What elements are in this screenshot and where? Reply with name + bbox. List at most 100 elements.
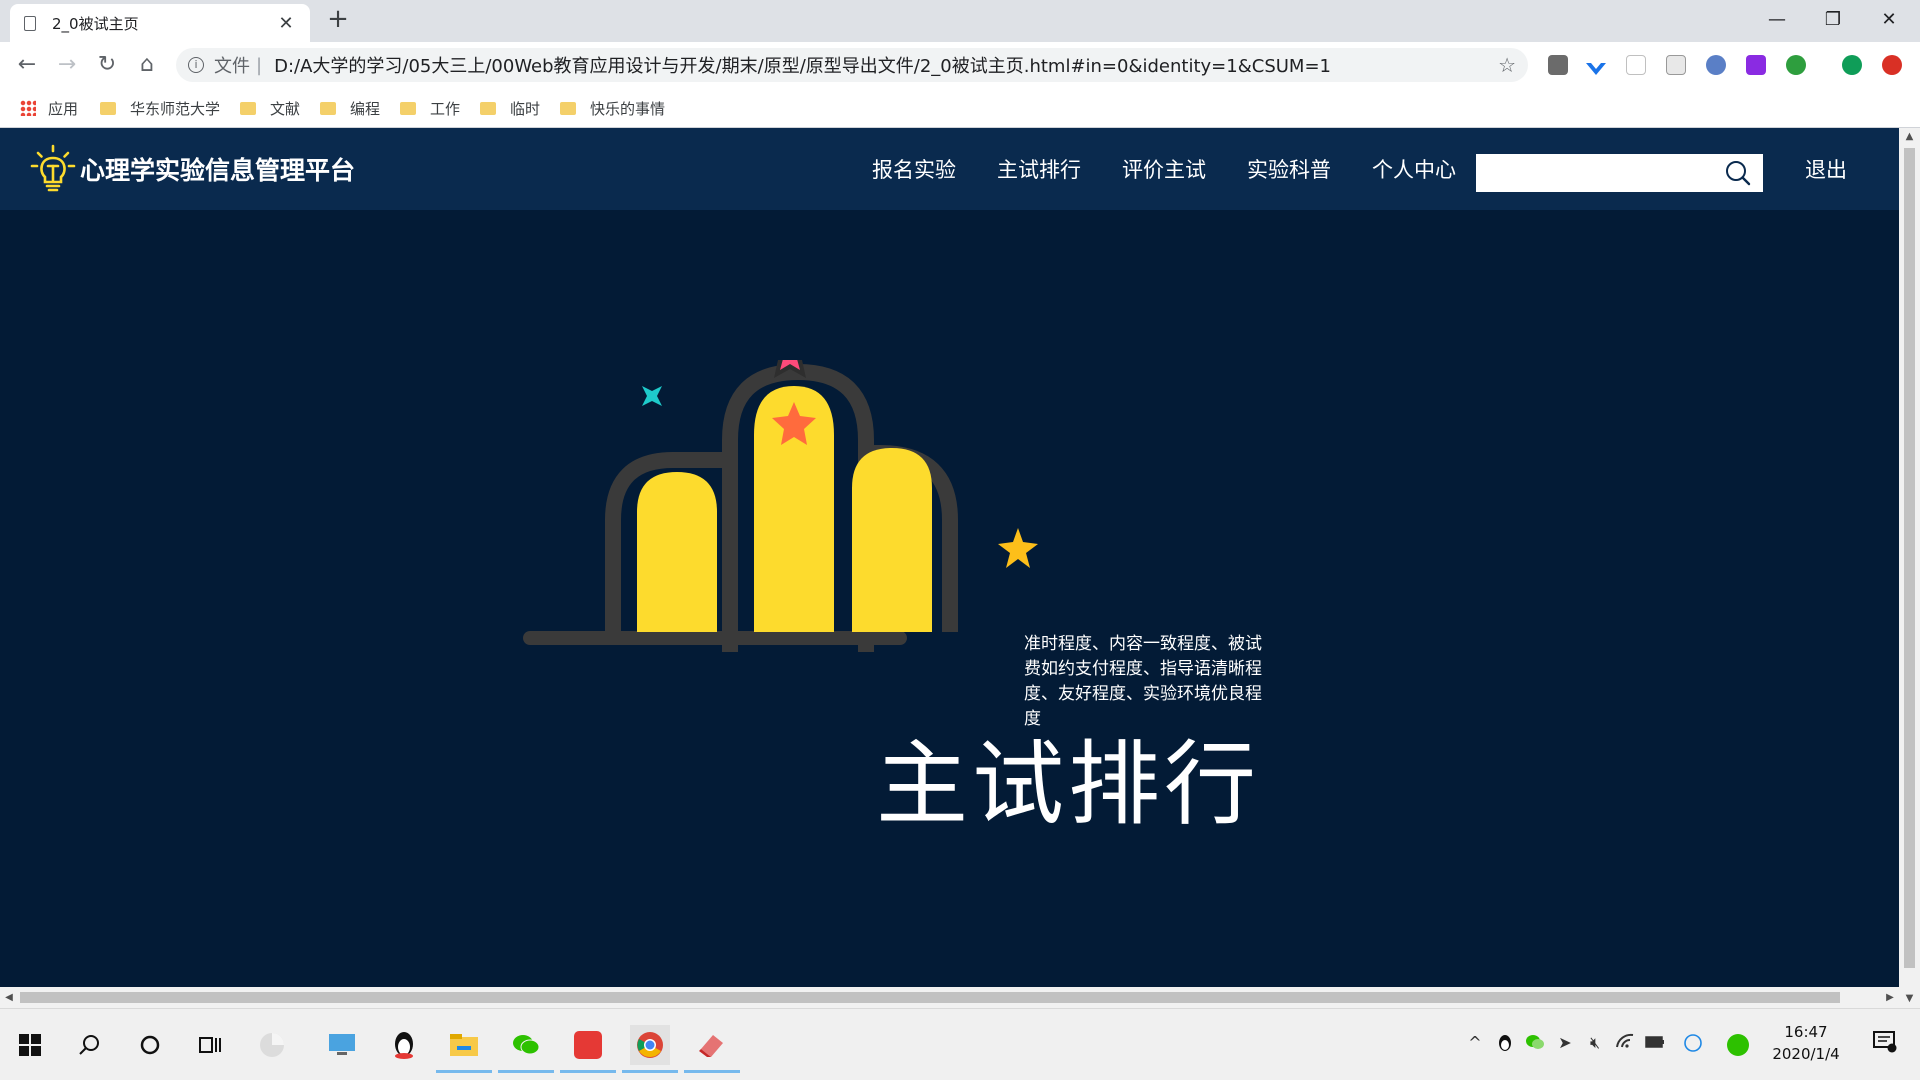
folder-icon (320, 101, 336, 115)
new-tab-button[interactable]: + (326, 6, 350, 32)
address-separator: | (256, 54, 263, 76)
bookmarks-bar: 应用 华东师范大学 文献 编程 工作 临时 快乐的事情 (0, 88, 1920, 128)
site-brand-name: 心理学实验信息管理平台 (80, 156, 356, 185)
folder-icon (240, 101, 256, 115)
running-indicator (684, 1070, 740, 1073)
extension-green-circle-icon[interactable] (1842, 55, 1862, 75)
bookmark-label: 应用 (48, 99, 79, 118)
clock-date: 2020/1/4 (1772, 1045, 1840, 1063)
horizontal-scrollbar[interactable]: ◀ ▶ (0, 987, 1899, 1008)
browser-toolbar: ← → ↻ ⌂ i 文件 | D:/A大学的学习/05大三上/00Web教育应用… (0, 42, 1920, 88)
send-tray-icon[interactable]: ➤ (1554, 1033, 1576, 1055)
extension-globe-icon[interactable] (1786, 55, 1806, 75)
qq-tray-icon[interactable] (1494, 1033, 1516, 1055)
task-view-icon[interactable] (190, 1025, 230, 1065)
close-window-button[interactable]: ✕ (1864, 6, 1914, 34)
nav-personal-center[interactable]: 个人中心 (1372, 154, 1456, 184)
extension-s-icon[interactable] (1666, 55, 1686, 75)
windows-taskbar: ^ ➤ 🔇︎ 16:47 2020/1/4 (0, 1008, 1920, 1080)
bookmark-folder[interactable]: 文献 (240, 96, 300, 120)
volume-muted-icon[interactable]: 🔇︎ (1584, 1033, 1606, 1055)
address-scheme: 文件 (214, 56, 250, 77)
info-icon[interactable]: i (188, 57, 204, 73)
teal-sparkle-icon (642, 386, 662, 406)
search-icon[interactable] (1725, 160, 1751, 186)
security-tray-icon[interactable] (1726, 1033, 1749, 1056)
nav-register-experiment[interactable]: 报名实验 (872, 154, 956, 184)
vertical-scrollbar[interactable]: ▲ ▼ (1899, 128, 1920, 1008)
bookmark-folder[interactable]: 临时 (480, 96, 540, 120)
bookmark-star-icon[interactable]: ☆ (1498, 53, 1516, 77)
input-method-icon[interactable] (1682, 1033, 1704, 1055)
restore-button[interactable]: ❐ (1808, 6, 1858, 34)
horizontal-scroll-thumb[interactable] (20, 992, 1840, 1003)
podium-left-bar (637, 472, 717, 632)
file-explorer-icon[interactable] (436, 1025, 492, 1073)
home-button[interactable]: ⌂ (132, 50, 162, 80)
search-box (1476, 154, 1763, 192)
address-bar[interactable]: i 文件 | D:/A大学的学习/05大三上/00Web教育应用设计与开发/期末… (176, 48, 1528, 82)
extension-eyedropper-icon[interactable] (1548, 55, 1568, 75)
qq-penguin-icon[interactable] (384, 1025, 424, 1065)
logout-link[interactable]: 退出 (1805, 154, 1847, 184)
cortana-icon[interactable] (130, 1025, 170, 1065)
extension-pocket-icon[interactable] (1626, 55, 1646, 75)
bookmark-apps[interactable]: 应用 (20, 96, 78, 120)
battery-icon[interactable] (1644, 1033, 1666, 1055)
running-indicator (622, 1070, 678, 1073)
scroll-left-arrow-icon[interactable]: ◀ (0, 987, 18, 1008)
action-center-notification-icon[interactable] (1872, 1031, 1898, 1057)
pinwheel-app-icon[interactable] (252, 1025, 292, 1065)
bookmark-label: 快乐的事情 (590, 99, 666, 118)
wechat-tray-icon[interactable] (1524, 1033, 1546, 1055)
scroll-down-arrow-icon[interactable]: ▼ (1899, 990, 1920, 1008)
nav-experiment-science[interactable]: 实验科普 (1247, 154, 1331, 184)
address-url[interactable]: D:/A大学的学习/05大三上/00Web教育应用设计与开发/期末/原型/原型导… (274, 52, 1498, 78)
chrome-icon[interactable] (622, 1025, 678, 1073)
wifi-icon[interactable] (1614, 1033, 1636, 1055)
nav-rate-experimenter[interactable]: 评价主试 (1122, 154, 1206, 184)
minimize-button[interactable]: — (1752, 6, 1802, 34)
youdao-dictionary-icon[interactable] (560, 1025, 616, 1073)
scroll-right-arrow-icon[interactable]: ▶ (1881, 987, 1899, 1008)
site-header: 心理学实验信息管理平台 报名实验 主试排行 评价主试 实验科普 个人中心 退出 (0, 128, 1899, 210)
bookmark-folder[interactable]: 编程 (320, 96, 380, 120)
hero-title: 主试排行 (876, 731, 1261, 838)
wechat-icon[interactable] (498, 1025, 554, 1073)
bookmark-folder[interactable]: 工作 (400, 96, 460, 120)
bookmark-folder[interactable]: 快乐的事情 (560, 96, 665, 120)
folder-icon (560, 101, 576, 115)
desktop-app-icon[interactable] (322, 1025, 362, 1065)
page-viewport: 心理学实验信息管理平台 报名实验 主试排行 评价主试 实验科普 个人中心 退出 (0, 128, 1920, 1008)
extension-red-circle-icon[interactable] (1882, 55, 1902, 75)
bookmark-folder[interactable]: 华东师范大学 (100, 96, 220, 120)
site-brand[interactable]: 心理学实验信息管理平台 (30, 144, 355, 194)
show-hidden-icons-chevron-icon[interactable]: ^ (1464, 1033, 1486, 1055)
close-tab-icon[interactable]: ✕ (276, 13, 296, 34)
browser-tab[interactable]: 2_0被试主页 ✕ (10, 4, 310, 42)
extension-feedly-icon[interactable] (1586, 63, 1606, 75)
extension-rp-icon[interactable] (1746, 55, 1766, 75)
bookmark-label: 临时 (510, 99, 541, 118)
folder-icon (100, 101, 116, 115)
reload-button[interactable]: ↻ (92, 50, 122, 80)
hero-section: 准时程度、内容一致程度、被试费如约支付程度、指导语清晰程度、友好程度、实验环境优… (0, 210, 1899, 995)
vertical-scroll-thumb[interactable] (1904, 148, 1915, 968)
start-windows-icon[interactable] (10, 1025, 50, 1065)
document-icon (24, 15, 36, 31)
taskbar-clock[interactable]: 16:47 2020/1/4 (1766, 1021, 1846, 1065)
search-input[interactable] (1476, 154, 1716, 192)
scroll-up-arrow-icon[interactable]: ▲ (1899, 128, 1920, 146)
podium-right-bar (852, 448, 932, 632)
ranking-podium-illustration (523, 360, 1038, 652)
forward-button[interactable]: → (52, 50, 82, 80)
extension-owl-icon[interactable] (1706, 55, 1726, 75)
running-indicator (560, 1070, 616, 1073)
folder-icon (480, 101, 496, 115)
running-indicator (498, 1070, 554, 1073)
browser-tab-strip: 2_0被试主页 ✕ + — ❐ ✕ (0, 0, 1920, 42)
eraser-app-icon[interactable] (684, 1025, 740, 1073)
back-button[interactable]: ← (12, 50, 42, 80)
nav-experimenter-ranking[interactable]: 主试排行 (997, 154, 1081, 184)
search-taskbar-icon[interactable] (70, 1025, 110, 1065)
